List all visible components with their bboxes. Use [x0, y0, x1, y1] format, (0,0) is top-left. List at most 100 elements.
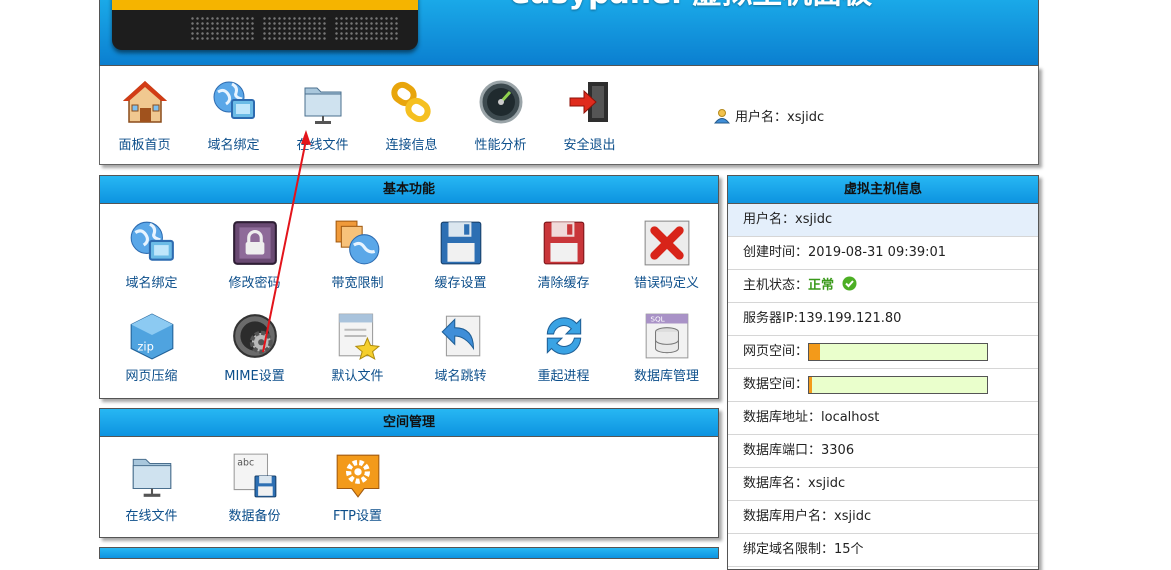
nav-label: 域名绑定: [207, 138, 260, 153]
floppy-disk-icon: [436, 218, 486, 268]
func-error-codes[interactable]: 错误码定义: [615, 218, 718, 291]
func-label: 数据库管理: [633, 369, 699, 384]
status-value: 正常: [808, 278, 835, 293]
func-label: 错误码定义: [633, 276, 699, 291]
red-x-icon: [642, 218, 692, 268]
gear-icon: [230, 311, 280, 361]
db-space-bar: [808, 376, 988, 394]
space-management-panel: 空间管理 在线文件 abc 数据备份 FTP设置: [99, 408, 719, 538]
info-status: 主机状态：正常: [728, 270, 1038, 303]
nav-domain-binding[interactable]: 域名绑定: [189, 78, 278, 153]
space-data-backup[interactable]: abc 数据备份: [203, 451, 306, 524]
func-label: 域名跳转: [434, 369, 487, 384]
web-space-fill: [809, 344, 820, 360]
web-space-bar: [808, 343, 988, 361]
func-label: 带宽限制: [331, 276, 384, 291]
web-space-label: 网页空间：: [743, 344, 809, 359]
space-online-files[interactable]: 在线文件: [100, 451, 203, 524]
panel-title: 基本功能: [100, 176, 718, 204]
nav-label: 连接信息: [385, 138, 438, 153]
gauge-icon: [477, 78, 525, 128]
backup-icon: abc: [230, 451, 280, 501]
func-label: 修改密码: [228, 276, 281, 291]
func-mime-settings[interactable]: MIME设置: [203, 311, 306, 384]
info-db-port: 数据库端口：3306: [728, 435, 1038, 468]
folder-icon: [127, 451, 177, 501]
func-web-compression[interactable]: zip 网页压缩: [100, 311, 203, 384]
func-label: 默认文件: [331, 369, 384, 384]
server-logo: [112, 0, 418, 50]
user-icon: [714, 108, 730, 123]
svg-text:abc: abc: [237, 458, 254, 469]
func-label: 网页压缩: [125, 369, 178, 384]
sql-database-icon: SQL: [642, 311, 692, 361]
globe-icon: [127, 218, 177, 268]
space-label: 数据备份: [228, 509, 281, 524]
panel-title: 虚拟主机信息: [728, 176, 1038, 204]
document-star-icon: [333, 311, 383, 361]
db-space-label: 数据空间：: [743, 377, 809, 392]
current-user-label: 用户名：xsjidc: [735, 110, 825, 125]
status-label: 主机状态：: [743, 278, 809, 293]
zip-cube-icon: zip: [127, 311, 177, 361]
bandwidth-globe-icon: [333, 218, 383, 268]
nav-label: 在线文件: [296, 138, 349, 153]
redirect-arrow-icon: [436, 311, 486, 361]
func-domain-binding[interactable]: 域名绑定: [100, 218, 203, 291]
svg-text:zip: zip: [137, 340, 153, 354]
nav-label: 面板首页: [118, 138, 171, 153]
svg-text:SQL: SQL: [650, 314, 665, 323]
func-label: MIME设置: [224, 369, 285, 384]
func-clear-cache[interactable]: 清除缓存: [512, 218, 615, 291]
func-label: 重起进程: [537, 369, 590, 384]
info-db-name: 数据库名：xsjidc: [728, 468, 1038, 501]
info-domain-limit: 绑定域名限制：15个: [728, 534, 1038, 567]
nav-connection-info[interactable]: 连接信息: [367, 78, 456, 153]
func-bandwidth-limit[interactable]: 带宽限制: [306, 218, 409, 291]
nav-performance[interactable]: 性能分析: [456, 78, 545, 153]
host-info-panel: 虚拟主机信息 用户名：xsjidc 创建时间：2019-08-31 09:39:…: [727, 175, 1039, 570]
nav-home[interactable]: 面板首页: [100, 78, 189, 153]
header-banner: easypanel 虚拟主机面板: [99, 0, 1039, 66]
func-label: 清除缓存: [537, 276, 590, 291]
exit-door-icon: [566, 78, 614, 128]
nav-label: 性能分析: [474, 138, 527, 153]
func-restart-process[interactable]: 重起进程: [512, 311, 615, 384]
banner-title: easypanel 虚拟主机面板: [510, 0, 930, 12]
space-label: 在线文件: [125, 509, 178, 524]
info-db-host: 数据库地址：localhost: [728, 402, 1038, 435]
padlock-icon: [230, 218, 280, 268]
func-cache-settings[interactable]: 缓存设置: [409, 218, 512, 291]
current-user: 用户名：xsjidc: [714, 106, 824, 125]
info-server-ip: 服务器IP:139.199.121.80: [728, 303, 1038, 336]
nav-label: 安全退出: [563, 138, 616, 153]
check-icon: [842, 276, 857, 291]
globe-icon: [210, 78, 258, 128]
top-navigation: 面板首页 域名绑定 在线文件 连接信息 性能分析 安全退出 用户名：xsjidc: [99, 66, 1039, 165]
info-username: 用户名：xsjidc: [728, 204, 1038, 237]
func-label: 域名绑定: [125, 276, 178, 291]
func-label: 缓存设置: [434, 276, 487, 291]
space-label: FTP设置: [332, 509, 383, 524]
panel-title: 空间管理: [100, 409, 718, 437]
basic-functions-panel: 基本功能 域名绑定 修改密码 带宽限制 缓存设置 清除缓存 错误码定义 zip …: [99, 175, 719, 399]
folder-icon: [299, 78, 347, 128]
func-change-password[interactable]: 修改密码: [203, 218, 306, 291]
db-space-fill: [809, 377, 812, 393]
info-created: 创建时间：2019-08-31 09:39:01: [728, 237, 1038, 270]
info-db-space: 数据空间：: [728, 369, 1038, 402]
nav-logout[interactable]: 安全退出: [545, 78, 634, 153]
floppy-delete-icon: [539, 218, 589, 268]
refresh-icon: [539, 311, 589, 361]
func-domain-redirect[interactable]: 域名跳转: [409, 311, 512, 384]
nav-online-files[interactable]: 在线文件: [278, 78, 367, 153]
func-default-file[interactable]: 默认文件: [306, 311, 409, 384]
next-panel-header: [99, 547, 719, 559]
home-icon: [121, 78, 169, 128]
space-ftp-settings[interactable]: FTP设置: [306, 451, 409, 524]
func-database-manage[interactable]: SQL 数据库管理: [615, 311, 718, 384]
info-db-user: 数据库用户名：xsjidc: [728, 501, 1038, 534]
info-web-space: 网页空间：: [728, 336, 1038, 369]
chain-link-icon: [388, 78, 436, 128]
ftp-gear-icon: [333, 451, 383, 501]
